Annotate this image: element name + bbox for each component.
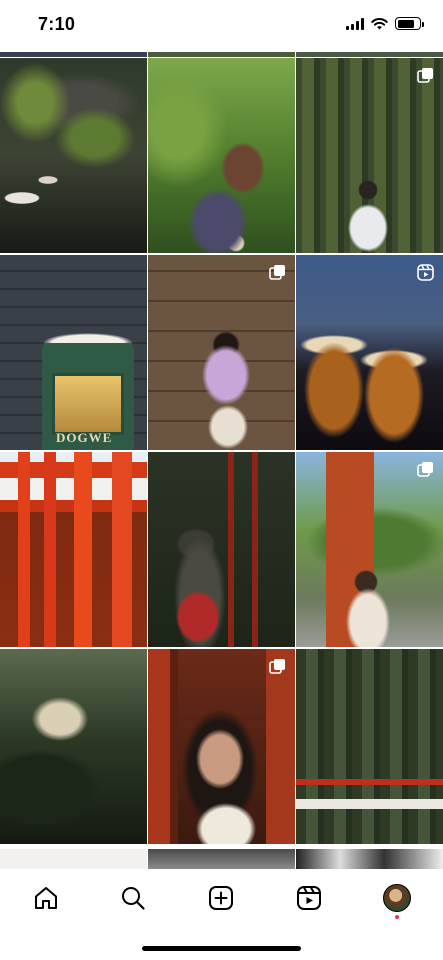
grid-post-2[interactable] [148, 58, 295, 253]
carousel-icon [269, 659, 285, 674]
create-post-icon [209, 886, 233, 910]
tab-create[interactable] [206, 883, 236, 913]
carousel-icon [269, 265, 285, 280]
grid-post-10[interactable] [0, 649, 147, 844]
battery-level [397, 19, 415, 28]
notification-dot [395, 915, 399, 919]
status-time: 7:10 [38, 14, 76, 34]
grid-post-5[interactable] [148, 255, 295, 450]
tab-reels[interactable] [294, 883, 324, 913]
cellular-signal-icon [346, 17, 364, 30]
search-icon [122, 887, 145, 910]
status-icons [346, 17, 424, 30]
photo-grid: DOGWE [0, 58, 443, 844]
tab-home[interactable] [31, 883, 61, 913]
battery-icon [395, 17, 424, 30]
tab-profile[interactable] [382, 883, 412, 913]
previous-row-partial [0, 52, 443, 57]
shop-sign-text: DOGWE [56, 430, 113, 445]
next-row-partial [0, 849, 443, 869]
reels-icon [297, 886, 321, 910]
carousel-icon [417, 68, 433, 83]
grid-post-8[interactable] [148, 452, 295, 647]
tab-search[interactable] [118, 883, 148, 913]
grid-post-6[interactable] [296, 255, 443, 450]
reels-icon [417, 264, 434, 281]
grid-post-12[interactable] [296, 649, 443, 844]
grid-post-1[interactable] [0, 58, 147, 253]
wifi-icon [371, 17, 388, 29]
grid-post-9[interactable] [296, 452, 443, 647]
carousel-icon [417, 462, 433, 477]
home-indicator[interactable] [142, 946, 301, 951]
grid-post-7[interactable] [0, 452, 147, 647]
grid-post-3[interactable] [296, 58, 443, 253]
grid-post-11[interactable] [148, 649, 295, 844]
home-icon [35, 887, 57, 909]
status-bar: 7:10 [0, 0, 443, 52]
grid-post-4[interactable]: DOGWE [0, 255, 147, 450]
profile-avatar [383, 884, 411, 912]
tab-bar [0, 869, 443, 960]
